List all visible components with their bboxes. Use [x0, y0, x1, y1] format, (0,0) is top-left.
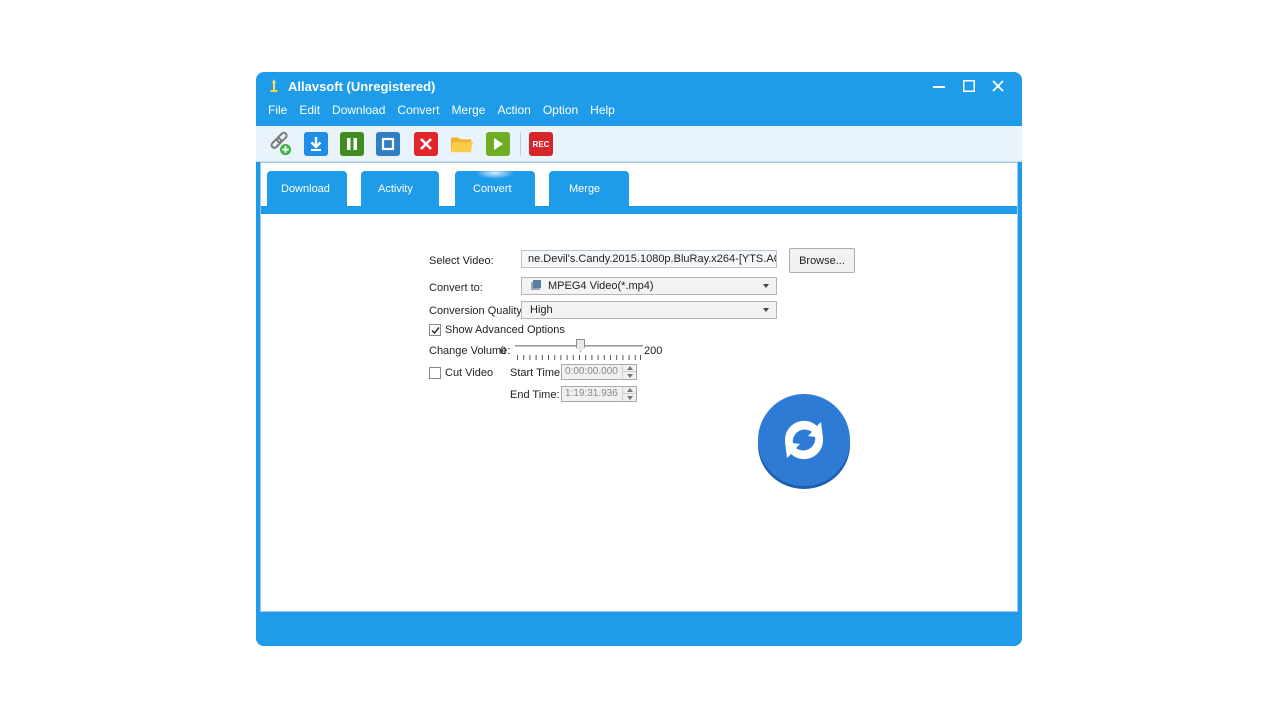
record-button[interactable]: REC: [529, 132, 553, 156]
menu-merge[interactable]: Merge: [445, 100, 491, 120]
end-time-up-button[interactable]: [623, 387, 636, 394]
chevron-down-icon: [763, 284, 769, 288]
quality-value: High: [530, 304, 553, 316]
select-video-label: Select Video:: [429, 255, 494, 267]
menu-bar: File Edit Download Convert Merge Action …: [262, 100, 621, 120]
spin-down-icon: [626, 395, 633, 400]
spin-up-icon: [626, 388, 633, 392]
delete-icon: [420, 138, 432, 150]
stop-icon: [381, 137, 395, 151]
tab-activity[interactable]: Activity: [361, 171, 439, 207]
end-time-label: End Time:: [510, 389, 560, 401]
convert-start-button[interactable]: [756, 393, 852, 489]
tab-underline: [261, 206, 1017, 214]
video-format-icon: [531, 280, 541, 290]
select-video-field[interactable]: ne.Devil's.Candy.2015.1080p.BluRay.x264-…: [521, 250, 777, 268]
end-time-spinner[interactable]: 1:19:31.936: [561, 386, 637, 402]
delete-button[interactable]: [414, 132, 438, 156]
status-bar: [256, 614, 1022, 646]
volume-slider-ticks: [517, 355, 641, 360]
minimize-button[interactable]: [926, 75, 952, 97]
cut-video-checkbox[interactable]: [429, 367, 441, 379]
start-time-spinner[interactable]: 0:00:00.000: [561, 364, 637, 380]
menu-help[interactable]: Help: [584, 100, 621, 120]
end-time-down-button[interactable]: [623, 394, 636, 401]
link-add-icon: [270, 131, 292, 156]
app-window: Allavsoft (Unregistered) File Edit Downl…: [256, 72, 1022, 646]
convert-panel: Select Video: ne.Devil's.Candy.2015.1080…: [263, 214, 1015, 610]
close-icon: [992, 80, 1004, 92]
volume-label: Change Volume:: [429, 345, 511, 357]
folder-icon: [450, 137, 474, 153]
toolbar: REC: [256, 126, 1022, 162]
volume-max-label: 200: [644, 345, 663, 357]
close-button[interactable]: [985, 75, 1011, 97]
play-icon: [494, 138, 503, 150]
show-advanced-checkbox[interactable]: [429, 324, 441, 336]
start-time-spin-buttons: [622, 365, 636, 379]
pause-button[interactable]: [340, 132, 364, 156]
start-time-down-button[interactable]: [623, 372, 636, 379]
checkmark-icon: [431, 326, 440, 334]
tab-merge[interactable]: Merge: [549, 171, 629, 207]
maximize-button[interactable]: [956, 75, 982, 97]
quality-label: Conversion Quality:: [429, 305, 525, 317]
rec-icon: REC: [532, 139, 550, 149]
maximize-icon: [963, 80, 975, 92]
quality-dropdown[interactable]: High: [521, 301, 777, 319]
tab-download[interactable]: Download: [267, 171, 347, 207]
download-icon: [310, 137, 322, 151]
app-logo-icon: [270, 79, 278, 92]
start-time-up-button[interactable]: [623, 365, 636, 372]
tab-merge-label: Merge: [569, 183, 601, 195]
open-folder-button[interactable]: [450, 132, 474, 156]
start-time-value: 0:00:00.000: [565, 366, 618, 377]
show-advanced-label: Show Advanced Options: [445, 324, 565, 336]
menu-file[interactable]: File: [262, 100, 293, 120]
menu-action[interactable]: Action: [491, 100, 536, 120]
start-time-label: Start Time:: [510, 367, 564, 379]
convert-to-label: Convert to:: [429, 282, 483, 294]
tab-convert-label: Convert: [473, 183, 512, 195]
menu-edit[interactable]: Edit: [293, 100, 326, 120]
volume-min-label: 0: [500, 345, 507, 357]
title-bar[interactable]: Allavsoft (Unregistered): [256, 72, 1022, 100]
convert-to-dropdown[interactable]: MPEG4 Video(*.mp4): [521, 277, 777, 295]
play-button[interactable]: [486, 132, 510, 156]
convert-to-value: MPEG4 Video(*.mp4): [548, 280, 654, 292]
toolbar-separator: [520, 132, 521, 156]
chevron-down-icon: [763, 308, 769, 312]
tab-download-label: Download: [281, 183, 330, 195]
main-client-area: Download Activity Convert Merge Select V…: [260, 162, 1018, 612]
spin-up-icon: [626, 366, 633, 370]
paste-url-button[interactable]: [268, 131, 292, 156]
tab-strip: Download Activity Convert Merge: [261, 163, 1017, 214]
end-time-spin-buttons: [622, 387, 636, 401]
volume-slider-thumb[interactable]: [576, 339, 585, 352]
stop-button[interactable]: [376, 132, 400, 156]
end-time-value: 1:19:31.936: [565, 388, 618, 399]
active-tab-glow: [475, 167, 515, 179]
download-button[interactable]: [304, 132, 328, 156]
menu-download[interactable]: Download: [326, 100, 391, 120]
browse-button[interactable]: Browse...: [789, 248, 855, 273]
pause-icon: [347, 138, 357, 150]
spin-down-icon: [626, 373, 633, 378]
tab-activity-label: Activity: [378, 183, 413, 195]
menu-convert[interactable]: Convert: [391, 100, 445, 120]
menu-option[interactable]: Option: [537, 100, 584, 120]
window-title: Allavsoft (Unregistered): [288, 79, 436, 94]
cut-video-label: Cut Video: [445, 367, 494, 379]
minimize-icon: [933, 86, 945, 88]
